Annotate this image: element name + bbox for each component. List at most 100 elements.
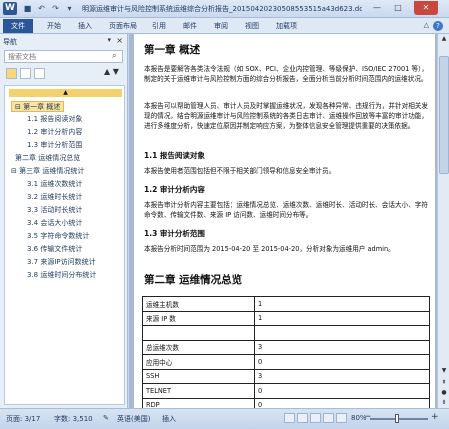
zoom-in-button[interactable]: + [431,412,439,422]
scroll-down-icon[interactable]: ▼ [439,366,449,376]
tab-home[interactable]: 开始 [47,21,61,31]
table-cell[interactable]: 总运维次数 [142,339,255,355]
word-logo-icon[interactable]: W [3,2,17,15]
tab-file[interactable]: 文件 [3,19,33,33]
table-row: RDP 0 [142,397,430,408]
nav-item-3-1[interactable]: 3.1 运维次数统计 [27,179,82,190]
table-row: 运维主机数 1 [142,296,430,312]
table-cell[interactable]: 1 [254,296,430,312]
nav-close-icon[interactable]: × [116,36,123,45]
table-row: 总运维次数 3 [142,339,430,355]
nav-menu-icon[interactable]: ▾ [107,36,111,44]
table-cell[interactable]: SSH [142,368,255,384]
nav-item-3-6[interactable]: 3.6 传输文件统计 [27,244,82,255]
next-page-icon[interactable]: ⇟ [439,398,449,407]
paragraph-5: 本报告分析时间范围为 2015-04-20 至 2015-04-20，分析对象为… [144,245,395,253]
table-cell[interactable]: 3 [254,339,430,355]
paragraph-4: 本报告审计分析内容主要包括：运维情况总览、运维次数、运维时长、活动时长、会话大小… [144,201,428,219]
table-cell[interactable]: 来源 IP 数 [142,310,255,326]
proofing-icon[interactable]: ✎ [103,414,109,422]
zoom-slider-thumb[interactable] [395,414,399,423]
nav-item-3-2[interactable]: 3.2 运维时长统计 [27,192,82,203]
section-1-2-heading: 1.2 审计分析内容 [144,185,205,194]
minimize-button[interactable]: — [368,1,386,15]
table-cell[interactable]: 应用中心 [142,354,255,370]
chapter2-heading: 第二章 运维情况总览 [144,274,243,286]
tab-page-layout[interactable]: 页面布局 [109,21,137,31]
full-screen-icon[interactable] [297,413,308,423]
nav-item-1-3[interactable]: 1.3 审计分析范围 [27,140,82,151]
customize-qat-icon[interactable]: ▾ [64,3,75,14]
web-layout-icon[interactable] [310,413,321,423]
table-cell[interactable]: 0 [254,397,430,408]
table-row: 应用中心 0 [142,354,430,370]
browse-pages-icon[interactable] [20,68,31,79]
table-cell[interactable]: 3 [254,368,430,384]
table-cell[interactable]: RDP [142,397,255,408]
nav-item-3-8[interactable]: 3.8 运维时间分布统计 [27,270,96,281]
nav-heading-tree: ▲ ⊟ 第一章 概述 1.1 报告阅读对象 1.2 审计分析内容 1.3 审计分… [4,85,125,405]
help-icon[interactable]: ? [433,21,443,31]
ribbon-tabs: 文件 开始 插入 页面布局 引用 邮件 审阅 视图 加载项 △ ? [0,18,449,34]
title-bar: W ■ ↶ ↷ ▾ 明源运维审计与风险控制系统运维综合分析报告_20150420… [0,0,449,18]
language-indicator[interactable]: 英语(美国) [117,414,150,424]
nav-item-3-5[interactable]: 3.5 字符命令数统计 [27,231,89,242]
table-cell[interactable]: TELNET [142,383,255,399]
document-page[interactable]: 第一章 概述 本报告是要解答各类法令法规（如 SOX、PCI、企业内控管理、等级… [134,34,435,408]
zoom-slider[interactable] [370,418,428,420]
nav-prev-next-icon[interactable]: ▲ ▼ [104,67,119,76]
table-cell[interactable]: 0 [254,354,430,370]
word-count[interactable]: 字数: 3,510 [54,414,93,424]
status-bar: 页面: 3/17 字数: 3,510 ✎ 英语(美国) 插入 80% − + [0,408,449,429]
nav-item-1-1[interactable]: 1.1 报告阅读对象 [27,114,82,125]
table-cell[interactable]: 0 [254,383,430,399]
tab-mailings[interactable]: 邮件 [183,21,197,31]
minimize-ribbon-icon[interactable]: △ [424,21,429,29]
nav-search-input[interactable]: 搜索文档 [4,50,123,63]
tab-insert[interactable]: 插入 [78,21,92,31]
vertical-scrollbar[interactable]: ▲ ▼ ⇞ ● ⇟ [437,34,449,408]
scroll-up-icon[interactable]: ▲ [439,34,449,44]
navigation-pane: 导航 ▾ × 搜索文档 ⌕ ▲ ▼ ▲ ⊟ 第一章 概述 1.1 报告阅读对象 … [0,34,128,408]
page-count[interactable]: 页面: 3/17 [6,414,40,424]
search-icon[interactable]: ⌕ [112,51,116,61]
chapter1-heading: 第一章 概述 [144,44,201,56]
table-cell[interactable]: 运维主机数 [142,296,255,312]
browse-headings-icon[interactable] [6,68,17,79]
nav-item-3-3[interactable]: 3.3 活动时长统计 [27,205,82,216]
tab-references[interactable]: 引用 [152,21,166,31]
table-cell[interactable] [142,325,255,341]
paragraph-3: 本报告使用者范围包括但不限于相关部门领导和信息安全审计员。 [144,167,336,175]
tab-addins[interactable]: 加载项 [276,21,297,31]
overview-table: 运维主机数 1 来源 IP 数1 总运维次数 3 应用中心 0 SSH 3 TELNET… [142,296,430,408]
nav-item-1-2[interactable]: 1.2 审计分析内容 [27,127,82,138]
print-layout-icon[interactable] [284,413,295,423]
browse-object-icon[interactable]: ● [439,388,449,397]
nav-item-chapter3[interactable]: ⊟ 第三章 运维情况统计 [11,166,84,177]
draft-icon[interactable] [336,413,347,423]
nav-item-3-4[interactable]: 3.4 会话大小统计 [27,218,82,229]
undo-icon[interactable]: ↶ [36,3,47,14]
table-row: 来源 IP 数1 [142,310,430,326]
scroll-thumb[interactable] [439,56,449,174]
table-cell[interactable] [254,325,430,341]
nav-item-chapter2[interactable]: 第二章 运维情况总览 [15,153,80,164]
document-area: 第一章 概述 本报告是要解答各类法令法规（如 SOX、PCI、企业内控管理、等级… [129,34,437,408]
outline-icon[interactable] [323,413,334,423]
browse-results-icon[interactable] [34,68,45,79]
window-title: 明源运维审计与风险控制系统运维综合分析报告_201504202305085535… [82,5,362,13]
table-row [142,325,430,341]
prev-page-icon[interactable]: ⇞ [439,378,449,387]
redo-icon[interactable]: ↷ [50,3,61,14]
nav-item-chapter1[interactable]: ⊟ 第一章 概述 [11,101,65,112]
tab-view[interactable]: 视图 [245,21,259,31]
save-icon[interactable]: ■ [22,3,33,14]
nav-item-3-7[interactable]: 3.7 来源IP访问数统计 [27,257,96,268]
nav-scroll-up-icon[interactable]: ▲ [9,89,122,97]
close-button[interactable]: ✕ [414,1,438,15]
zoom-out-button[interactable]: − [364,412,372,422]
insert-mode[interactable]: 插入 [162,414,176,424]
table-cell[interactable]: 1 [254,310,430,326]
maximize-button[interactable]: □ [389,1,407,15]
tab-review[interactable]: 审阅 [214,21,228,31]
